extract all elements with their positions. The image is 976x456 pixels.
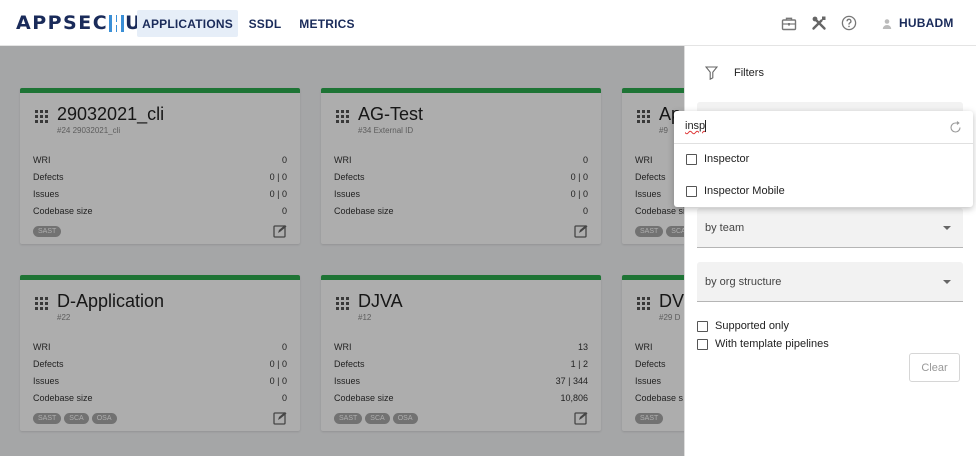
team-select[interactable]: by team bbox=[697, 208, 963, 248]
org-structure-select[interactable]: by org structure bbox=[697, 262, 963, 302]
option-label: Inspector bbox=[704, 153, 750, 165]
dropdown-option[interactable]: Inspector bbox=[686, 153, 749, 165]
app-header: APPSEC UB APPLICATIONS SSDL METRICS HUBA… bbox=[0, 0, 976, 46]
template-pipelines-checkbox[interactable]: With template pipelines bbox=[697, 338, 829, 350]
modal-backdrop[interactable] bbox=[0, 46, 684, 456]
user-icon bbox=[882, 17, 892, 35]
help-icon[interactable] bbox=[839, 13, 859, 33]
chevron-down-icon bbox=[943, 280, 951, 284]
supported-only-checkbox[interactable]: Supported only bbox=[697, 320, 789, 332]
tab-metrics[interactable]: METRICS bbox=[292, 10, 362, 37]
checkbox-label: With template pipelines bbox=[715, 338, 829, 350]
checkbox-box[interactable] bbox=[686, 185, 697, 197]
briefcase-icon[interactable] bbox=[779, 13, 799, 33]
reset-icon[interactable] bbox=[949, 121, 962, 134]
checkbox-box[interactable] bbox=[686, 153, 697, 165]
checkbox-box[interactable] bbox=[697, 338, 708, 350]
team-select-label: by team bbox=[705, 222, 745, 234]
application-dropdown: insp Inspector Inspector Mobile bbox=[674, 111, 973, 207]
chevron-down-icon bbox=[943, 226, 951, 230]
logo-text-left: APPSEC bbox=[16, 12, 109, 34]
filter-icon bbox=[705, 66, 718, 80]
tab-applications[interactable]: APPLICATIONS bbox=[137, 10, 238, 37]
filters-title: Filters bbox=[734, 67, 764, 79]
search-input[interactable]: insp bbox=[685, 120, 705, 132]
tools-icon[interactable] bbox=[809, 13, 829, 33]
org-select-label: by org structure bbox=[705, 276, 782, 288]
clear-button[interactable]: Clear bbox=[909, 353, 960, 382]
tab-ssdl[interactable]: SSDL bbox=[240, 10, 290, 37]
text-cursor bbox=[705, 120, 706, 132]
dropdown-search[interactable]: insp bbox=[674, 111, 973, 144]
checkbox-box[interactable] bbox=[697, 320, 708, 332]
checkbox-label: Supported only bbox=[715, 320, 789, 332]
logo-h-mark bbox=[109, 14, 125, 32]
user-name[interactable]: HUBADM bbox=[899, 16, 954, 30]
filters-panel: Filters by team by org structure Support… bbox=[684, 46, 976, 456]
option-label: Inspector Mobile bbox=[704, 185, 785, 197]
dropdown-option[interactable]: Inspector Mobile bbox=[686, 185, 785, 197]
